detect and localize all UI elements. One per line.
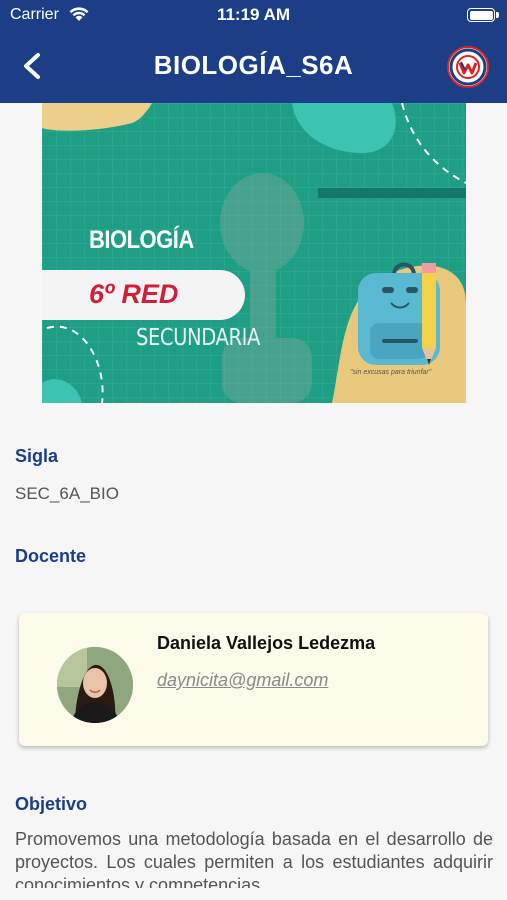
navigation-bar: Carrier 11:19 AM BIOLOGÍA_S6A xyxy=(0,0,507,103)
page-title: BIOLOGÍA_S6A xyxy=(153,50,354,80)
banner-grade: 6º RED xyxy=(89,279,179,309)
teacher-card[interactable]: Daniela Vallejos Ledezma daynicita@gmail… xyxy=(19,613,488,746)
status-time: 11:19 AM xyxy=(216,5,291,24)
teacher-avatar xyxy=(57,647,133,723)
status-bar: Carrier 11:19 AM xyxy=(0,0,507,30)
code-label: Sigla xyxy=(15,446,59,466)
teacher-name: Daniela Vallejos Ledezma xyxy=(157,633,376,653)
banner-subject: BIOLOGÍA xyxy=(89,225,194,254)
banner-level: SECUNDARIA xyxy=(136,325,260,351)
code-value: SEC_6A_BIO xyxy=(15,484,119,503)
teacher-label: Docente xyxy=(15,546,87,566)
objective-text: Promovemos una metodología basada en el … xyxy=(15,829,493,888)
course-banner: BIOLOGÍA 6º RED SECUNDARIA "sin excusas … xyxy=(42,103,466,403)
objective-label: Objetivo xyxy=(15,794,88,814)
school-logo[interactable] xyxy=(447,46,489,88)
teacher-email-link[interactable]: daynicita@gmail.com xyxy=(157,670,328,691)
banner-slogan: "sin excusas para triunfar" xyxy=(350,369,432,376)
battery-icon xyxy=(467,8,499,22)
